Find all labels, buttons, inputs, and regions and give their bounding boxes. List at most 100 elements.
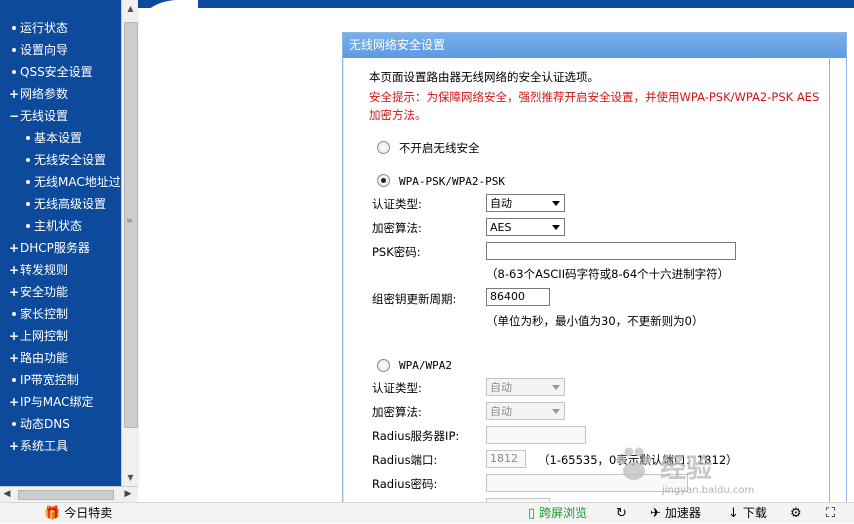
cross-screen-button[interactable]: ▯ 跨屏浏览 — [528, 503, 587, 523]
menu-vertical-scrollbar[interactable]: ▲ ≡ ▼ — [121, 0, 139, 486]
bullet-icon — [12, 25, 16, 30]
sidebar-item-label: DHCP服务器 — [20, 241, 90, 255]
encryption-value: AES — [490, 221, 512, 234]
sidebar-item[interactable]: +系统工具 — [0, 436, 68, 456]
chevron-down-icon — [552, 409, 560, 414]
bullet-icon — [26, 223, 30, 228]
today-deals-button[interactable]: 🎁 今日特卖 — [44, 503, 112, 523]
sidebar-item[interactable]: 基本设置 — [0, 128, 82, 148]
label-no-security: 不开启无线安全 — [399, 141, 480, 155]
radius-port-input[interactable]: 1812 — [486, 450, 526, 468]
cross-screen-label: 跨屏浏览 — [539, 506, 588, 520]
radio-wpa-enterprise[interactable] — [377, 359, 390, 372]
radius-password-input[interactable] — [486, 474, 688, 492]
sidebar-item[interactable]: QSS安全设置 — [0, 62, 93, 82]
sidebar-item[interactable]: 主机状态 — [0, 216, 82, 236]
download-label: 下载 — [742, 506, 767, 520]
wpa-encryption-value: 自动 — [490, 405, 512, 418]
psk-password-input[interactable] — [486, 242, 736, 260]
wpa-auth-type-select[interactable]: 自动 — [486, 378, 565, 396]
psk-password-hint: （8-63个ASCII码字符或8-64个十六进制字符） — [486, 267, 730, 281]
bullet-icon — [26, 201, 30, 206]
wpa-encryption-select[interactable]: 自动 — [486, 402, 565, 420]
sidebar-item-label: 系统工具 — [20, 439, 69, 453]
encryption-label: 加密算法: — [372, 221, 422, 235]
scroll-grip-icon: ≡ — [126, 216, 133, 225]
sidebar-item[interactable]: 无线高级设置 — [0, 194, 106, 214]
sidebar-item[interactable]: 设置向导 — [0, 40, 68, 60]
wpa-auth-type-label: 认证类型: — [372, 381, 422, 395]
bullet-icon — [12, 311, 16, 316]
sidebar-item[interactable]: 无线安全设置 — [0, 150, 106, 170]
paw-logo-icon — [616, 447, 652, 480]
scroll-left-arrow-icon[interactable]: ◀ — [0, 487, 14, 502]
wpa-auth-type-value: 自动 — [490, 381, 512, 394]
sidebar-item[interactable]: 无线MAC地址过滤 — [0, 172, 121, 192]
radius-port-label: Radius端口: — [372, 453, 438, 467]
chevron-down-icon — [552, 225, 560, 230]
chevron-down-icon — [552, 201, 560, 206]
scroll-up-arrow-icon[interactable]: ▲ — [122, 0, 139, 17]
expand-icon: + — [8, 263, 20, 277]
sidebar-item[interactable]: +IP与MAC绑定 — [0, 392, 94, 412]
panel-title: 无线网络安全设置 — [343, 33, 846, 58]
auth-type-select[interactable]: 自动 — [486, 194, 565, 212]
sidebar-item[interactable]: IP带宽控制 — [0, 370, 79, 390]
sidebar-item[interactable]: 家长控制 — [0, 304, 68, 324]
download-button[interactable]: ↓ 下载 — [728, 503, 767, 523]
collapse-icon: − — [8, 109, 20, 123]
sidebar-item-label: 主机状态 — [34, 219, 83, 233]
scroll-right-arrow-icon[interactable]: ▶ — [121, 487, 135, 502]
sidebar-item[interactable]: 运行状态 — [0, 18, 68, 38]
download-icon: ↓ — [728, 506, 739, 521]
refresh-button[interactable]: ↻ — [616, 503, 631, 523]
sidebar-item-label: 无线MAC地址过滤 — [34, 175, 121, 189]
bullet-icon — [26, 157, 30, 162]
fullscreen-button[interactable]: ⛶ — [826, 503, 839, 523]
sidebar-item-label: 上网控制 — [20, 329, 69, 343]
sidebar-item-label: 运行状态 — [20, 21, 69, 35]
bullet-icon — [12, 377, 16, 382]
accelerator-label: 加速器 — [664, 506, 701, 520]
expand-icon: + — [8, 285, 20, 299]
sidebar-item-label: QSS安全设置 — [20, 65, 93, 79]
intro-text: 本页面设置路由器无线网络的安全认证选项。 — [369, 70, 599, 84]
sidebar-item-label: IP带宽控制 — [20, 373, 79, 387]
label-wpa-psk: WPA-PSK/WPA2-PSK — [399, 175, 505, 188]
group-key-renew-input[interactable]: 86400 — [486, 288, 550, 306]
sidebar-item-label: 无线设置 — [20, 109, 69, 123]
sidebar-item[interactable]: +上网控制 — [0, 326, 68, 346]
group-key-renew-label: 组密钥更新周期: — [372, 292, 457, 306]
sidebar-item-label: 设置向导 — [20, 43, 69, 57]
sidebar-item[interactable]: +路由功能 — [0, 348, 68, 368]
radio-no-security[interactable] — [377, 141, 390, 154]
expand-icon: ⛶ — [826, 506, 836, 521]
radio-wpa-psk[interactable] — [377, 174, 390, 187]
main-top-band — [138, 0, 854, 40]
sidebar-item-label: 家长控制 — [20, 307, 69, 321]
encryption-select[interactable]: AES — [486, 218, 565, 236]
sidebar-item[interactable]: −无线设置 — [0, 106, 68, 126]
bullet-icon — [26, 179, 30, 184]
accelerator-button[interactable]: ✈ 加速器 — [650, 503, 701, 523]
radius-ip-input[interactable] — [486, 426, 586, 444]
sidebar-item-label: 无线高级设置 — [34, 197, 107, 211]
bullet-icon — [12, 421, 16, 426]
sidebar-menu: 运行状态 设置向导 QSS安全设置 +网络参数 −无线设置 基本设置 无线安全设置 无线MAC… — [0, 0, 121, 486]
security-warning-line1: 安全提示：为保障网络安全，强烈推荐开启安全设置，并使用WPA-PSK/WPA2-… — [369, 90, 820, 104]
sidebar-item[interactable]: 动态DNS — [0, 414, 70, 434]
label-wpa-enterprise: WPA/WPA2 — [399, 359, 452, 372]
browser-status-bar: 🎁 今日特卖 ▯ 跨屏浏览 ↻ ✈ 加速器 ↓ 下载 ⚙ ⛶ — [0, 502, 854, 523]
group-key-renew-hint: （单位为秒，最小值为30，不更新则为0） — [486, 314, 704, 328]
settings-button[interactable]: ⚙ — [790, 503, 806, 523]
hscroll-thumb[interactable] — [18, 490, 114, 500]
sidebar-item[interactable]: +安全功能 — [0, 282, 68, 302]
phone-icon: ▯ — [528, 506, 536, 521]
sidebar-item[interactable]: +DHCP服务器 — [0, 238, 90, 258]
menu-horizontal-scrollbar[interactable]: ◀ ▶ — [0, 486, 138, 502]
psk-password-label: PSK密码: — [372, 245, 421, 259]
sidebar-item[interactable]: +网络参数 — [0, 84, 68, 104]
scroll-down-arrow-icon[interactable]: ▼ — [122, 469, 139, 486]
expand-icon: + — [8, 351, 20, 365]
sidebar-item[interactable]: +转发规则 — [0, 260, 68, 280]
